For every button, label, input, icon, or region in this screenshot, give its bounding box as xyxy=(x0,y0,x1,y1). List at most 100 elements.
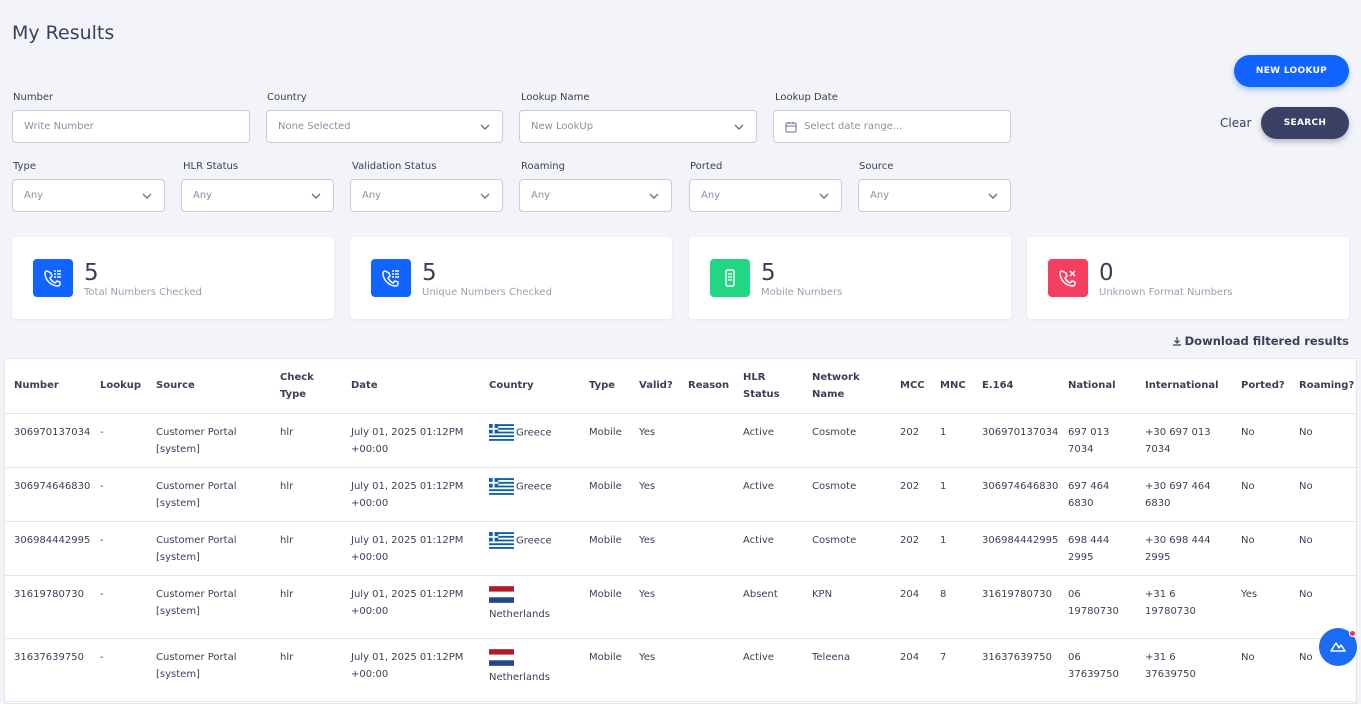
cell-national: 06 37639750 xyxy=(1059,638,1136,702)
col-header[interactable]: E.164 xyxy=(973,359,1059,414)
table-row: 31619780730 - Customer Portal [system] h… xyxy=(5,575,1356,639)
chevron-down-icon xyxy=(649,193,659,199)
cell-type: Mobile xyxy=(580,467,630,522)
cell-national: 698 444 2995 xyxy=(1059,521,1136,576)
col-header[interactable]: Valid? xyxy=(630,359,679,414)
cell-country: Netherlands xyxy=(480,575,580,639)
cell-number: 306984442995 xyxy=(5,521,91,576)
lookup-name-value: New LookUp xyxy=(531,121,594,132)
search-button[interactable]: SEARCH xyxy=(1261,107,1349,139)
col-header[interactable]: HLR Status xyxy=(734,359,803,414)
col-header[interactable]: Reason xyxy=(679,359,734,414)
table-header-row: Number Lookup Source Check Type Date Cou… xyxy=(5,359,1356,414)
cell-check-type: hlr xyxy=(271,638,342,702)
cell-reason xyxy=(679,521,734,576)
lookup-name-select[interactable]: New LookUp xyxy=(519,110,757,143)
type-label: Type xyxy=(13,161,36,172)
chevron-down-icon xyxy=(734,124,744,130)
cell-date: July 01, 2025 01:12PM +00:00 xyxy=(342,638,480,702)
new-lookup-button[interactable]: NEW LOOKUP xyxy=(1234,55,1349,87)
phone-list-icon xyxy=(371,259,411,297)
cell-mcc: 202 xyxy=(891,413,931,468)
col-header[interactable]: Country xyxy=(480,359,580,414)
cell-valid: Yes xyxy=(630,638,679,702)
cell-e164: 306974646830 xyxy=(973,467,1059,522)
col-header[interactable]: Ported? xyxy=(1232,359,1290,414)
netherlands-flag-icon xyxy=(489,585,514,603)
cell-e164: 31637639750 xyxy=(973,638,1059,702)
number-input-placeholder: Write Number xyxy=(24,121,94,132)
source-select[interactable]: Any xyxy=(858,179,1011,212)
cell-lookup: - xyxy=(91,467,147,522)
cell-source: Customer Portal [system] xyxy=(147,467,271,522)
cell-mnc: 1 xyxy=(931,413,973,468)
country-select[interactable]: None Selected xyxy=(266,110,503,143)
col-header[interactable]: MNC xyxy=(931,359,973,414)
cell-network: KPN xyxy=(803,575,891,639)
cell-valid: Yes xyxy=(630,467,679,522)
download-label: Download filtered results xyxy=(1184,334,1349,348)
stat-label: Mobile Numbers xyxy=(761,287,843,298)
cell-date: July 01, 2025 01:12PM +00:00 xyxy=(342,413,480,468)
cell-national: 697 464 6830 xyxy=(1059,467,1136,522)
clear-button[interactable]: Clear xyxy=(1220,116,1251,130)
cell-e164: 306984442995 xyxy=(973,521,1059,576)
col-header[interactable]: Number xyxy=(5,359,91,414)
roaming-select[interactable]: Any xyxy=(519,179,672,212)
cell-date: July 01, 2025 01:12PM +00:00 xyxy=(342,467,480,522)
validation-status-select[interactable]: Any xyxy=(350,179,503,212)
netherlands-flag-icon xyxy=(489,648,514,666)
hlr-status-select[interactable]: Any xyxy=(181,179,334,212)
chevron-down-icon xyxy=(142,193,152,199)
col-header[interactable]: Network Name xyxy=(803,359,891,414)
col-header[interactable]: Type xyxy=(580,359,630,414)
stat-card-total: 5 Total Numbers Checked xyxy=(12,237,334,319)
cell-e164: 306970137034 xyxy=(973,413,1059,468)
col-header[interactable]: Date xyxy=(342,359,480,414)
lookup-date-input[interactable]: Select date range... xyxy=(773,110,1011,143)
cell-lookup: - xyxy=(91,413,147,468)
cell-hlr-status: Active xyxy=(734,413,803,468)
stat-value: 0 xyxy=(1099,260,1114,286)
mobile-icon xyxy=(710,259,750,297)
help-widget-button[interactable] xyxy=(1319,628,1357,666)
cell-type: Mobile xyxy=(580,521,630,576)
col-header[interactable]: MCC xyxy=(891,359,931,414)
col-header[interactable]: Roaming? xyxy=(1290,359,1356,414)
cell-ported: Yes xyxy=(1232,575,1290,639)
cell-date: July 01, 2025 01:12PM +00:00 xyxy=(342,521,480,576)
cell-mcc: 202 xyxy=(891,521,931,576)
cell-valid: Yes xyxy=(630,521,679,576)
results-table: Number Lookup Source Check Type Date Cou… xyxy=(4,358,1357,704)
notification-dot xyxy=(1349,630,1356,637)
col-header[interactable]: National xyxy=(1059,359,1136,414)
ported-select[interactable]: Any xyxy=(689,179,842,212)
chevron-down-icon xyxy=(311,193,321,199)
stat-card-mobile: 5 Mobile Numbers xyxy=(689,237,1011,319)
cell-hlr-status: Active xyxy=(734,467,803,522)
cell-country: Greece xyxy=(480,467,580,522)
calendar-icon xyxy=(785,121,797,132)
col-header[interactable]: Check Type xyxy=(271,359,342,414)
cell-network: Cosmote xyxy=(803,521,891,576)
cell-international: +31 6 19780730 xyxy=(1136,575,1232,639)
col-header[interactable]: Source xyxy=(147,359,271,414)
col-header[interactable]: Lookup xyxy=(91,359,147,414)
cell-type: Mobile xyxy=(580,575,630,639)
type-select[interactable]: Any xyxy=(12,179,165,212)
validation-status-value: Any xyxy=(362,190,382,201)
hlr-status-label: HLR Status xyxy=(183,161,239,172)
download-filtered-results-link[interactable]: Download filtered results xyxy=(1172,334,1349,348)
number-input[interactable]: Write Number xyxy=(12,110,250,143)
col-header[interactable]: International xyxy=(1136,359,1232,414)
roaming-value: Any xyxy=(531,190,551,201)
cell-reason xyxy=(679,575,734,639)
country-name: Greece xyxy=(516,481,552,492)
country-select-value: None Selected xyxy=(278,121,351,132)
table-row: 306970137034 - Customer Portal [system] … xyxy=(5,413,1356,468)
cell-national: 697 013 7034 xyxy=(1059,413,1136,468)
cell-mcc: 202 xyxy=(891,467,931,522)
cell-ported: No xyxy=(1232,413,1290,468)
cell-mnc: 8 xyxy=(931,575,973,639)
cell-international: +30 697 013 7034 xyxy=(1136,413,1232,468)
